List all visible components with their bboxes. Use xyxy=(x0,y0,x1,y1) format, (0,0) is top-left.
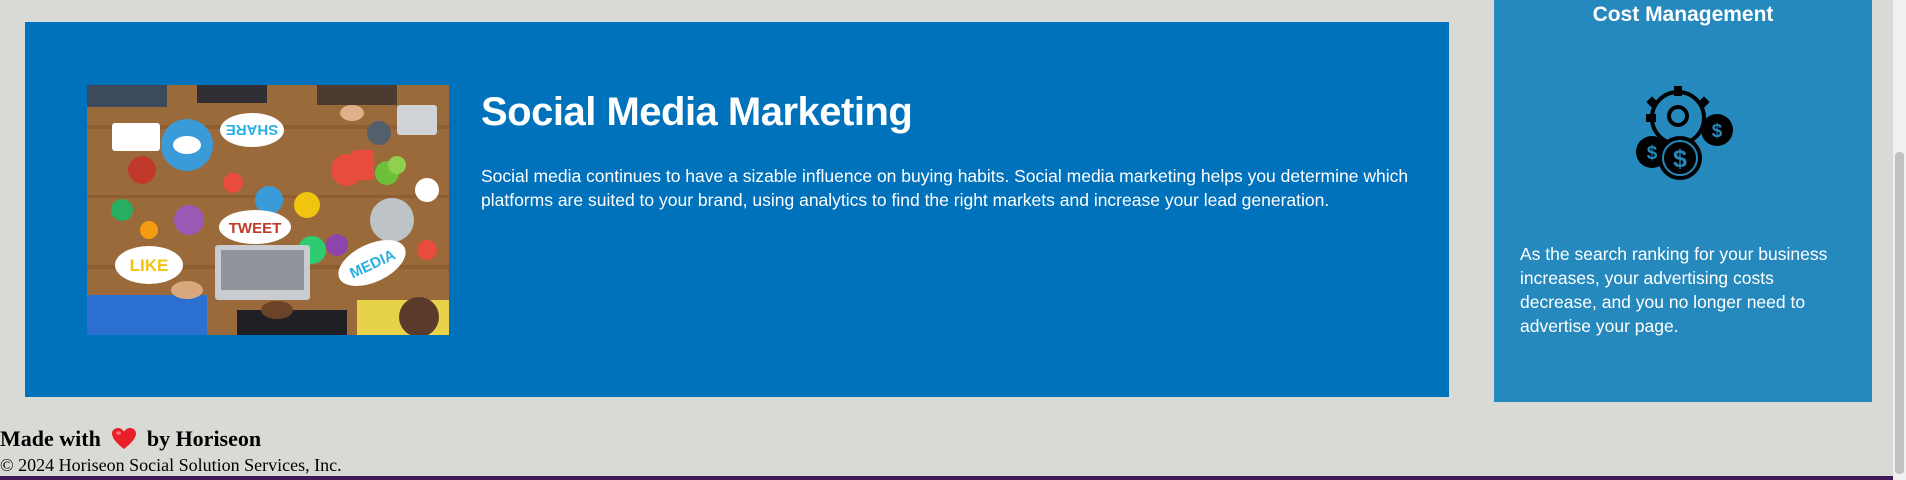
image-like-word: LIKE xyxy=(130,256,169,275)
card-title: Social Media Marketing xyxy=(481,90,913,134)
page-scrollbar[interactable] xyxy=(1893,0,1906,480)
scrollbar-thumb[interactable] xyxy=(1895,152,1904,474)
social-media-image: SHARE TWEET LIKE MEDIA xyxy=(87,85,449,335)
by-horiseon-text: by Horiseon xyxy=(146,426,262,451)
side-card-title: Cost Management xyxy=(1592,3,1774,26)
image-share-word: SHARE xyxy=(226,121,279,138)
made-with-line: Made with by Horiseon xyxy=(0,424,261,454)
svg-text:$: $ xyxy=(1647,143,1658,164)
cost-management-icon: $ $ $ xyxy=(1636,86,1733,180)
made-with-text: Made with xyxy=(0,426,101,451)
bottom-accent-bar xyxy=(0,476,1893,480)
image-tweet-word: TWEET xyxy=(229,220,282,237)
svg-text:$: $ xyxy=(1673,145,1687,173)
side-card-description: As the search ranking for your business … xyxy=(1520,244,1828,336)
cost-management-card: Cost Management $ $ $ As the search rank… xyxy=(1494,0,1872,402)
copyright-text: © 2024 Horiseon Social Solution Services… xyxy=(0,455,342,475)
card-description: Social media continues to have a sizable… xyxy=(481,166,1409,210)
social-media-marketing-card: SHARE TWEET LIKE MEDIA Social Media Mark… xyxy=(25,22,1449,397)
svg-text:$: $ xyxy=(1712,121,1723,142)
heart-icon xyxy=(111,428,136,449)
